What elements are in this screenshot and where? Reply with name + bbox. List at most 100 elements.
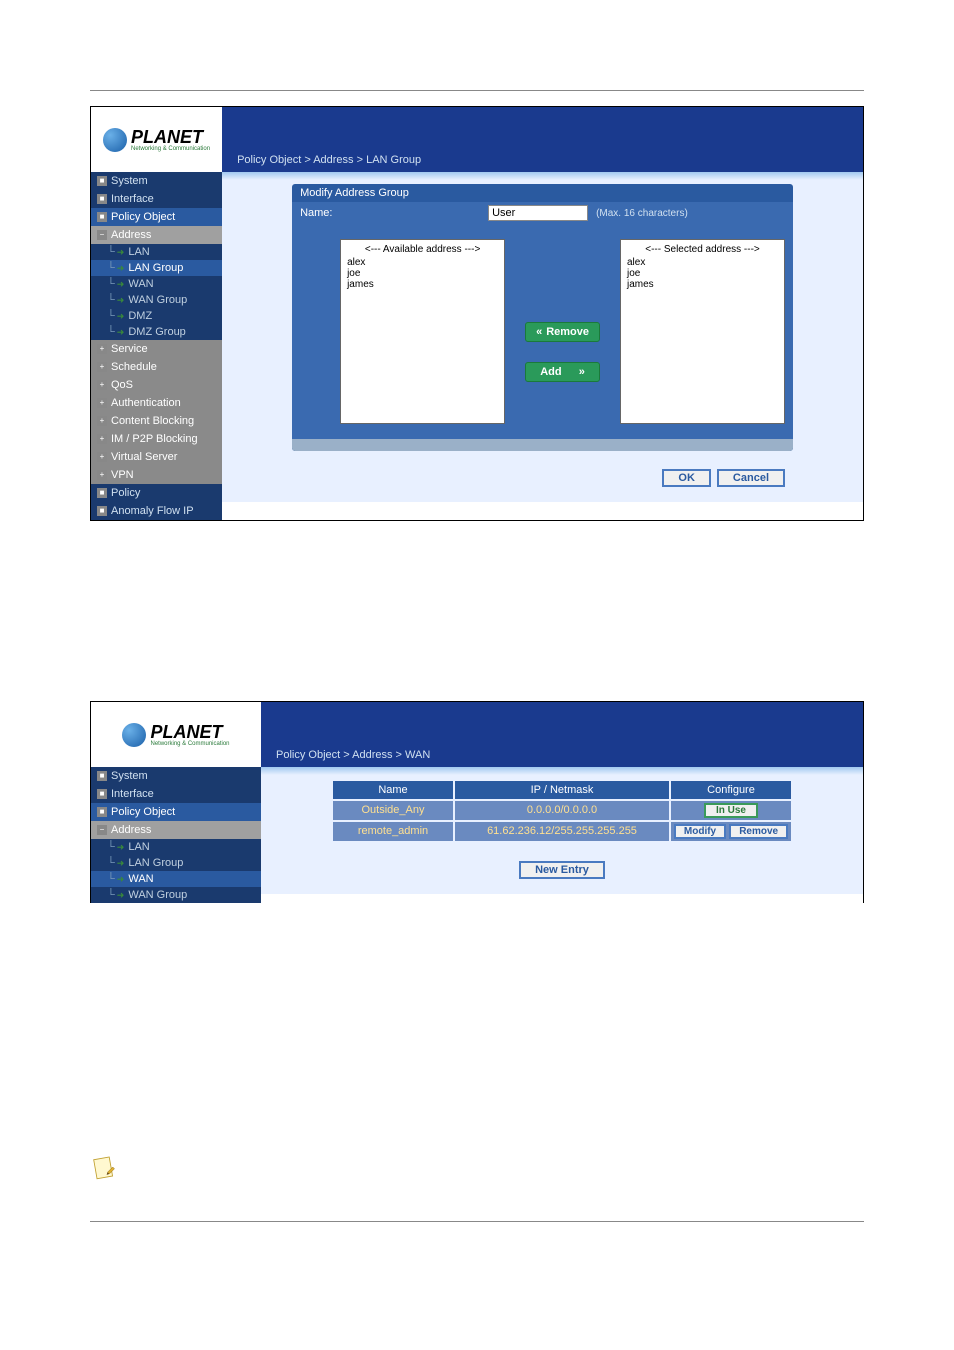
nav-anomaly[interactable]: ■Anomaly Flow IP [91,502,222,520]
nav-policy-object[interactable]: ■Policy Object [91,803,261,821]
expand-icon: ■ [97,488,107,498]
arrow-right-icon: ➜ [117,890,125,901]
expand-icon: ■ [97,771,107,781]
nav-virtual-server[interactable]: +Virtual Server [91,448,222,466]
arrow-right-icon: ➜ [117,279,125,290]
nav-address[interactable]: −Address [91,226,222,244]
nav-wan[interactable]: └➜WAN [91,276,222,292]
cancel-button[interactable]: Cancel [717,469,785,487]
nav-auth[interactable]: +Authentication [91,394,222,412]
nav-lan[interactable]: └➜LAN [91,839,261,855]
list-item[interactable]: alex [345,257,500,268]
col-name: Name [333,781,453,799]
in-use-button: In Use [704,803,758,818]
expand-icon: ■ [97,807,107,817]
logo-tagline: Networking & Communication [150,741,229,747]
expand-icon: ■ [97,176,107,186]
modify-button[interactable]: Modify [674,824,726,839]
logo-area: PLANET Networking & Communication [91,702,261,767]
nav-wan-group[interactable]: └➜WAN Group [91,292,222,308]
expand-icon: + [97,344,107,354]
nav-lan-group[interactable]: └➜LAN Group [91,260,222,276]
expand-icon: + [97,434,107,444]
available-listbox[interactable]: <--- Available address ---> alex joe jam… [340,239,505,424]
nav-qos[interactable]: +QoS [91,376,222,394]
arrow-right-icon: ➜ [117,311,125,322]
modify-address-form: Modify Address Group Name: (Max. 16 char… [292,184,793,451]
nav-address[interactable]: −Address [91,821,261,839]
nav-content-blocking[interactable]: +Content Blocking [91,412,222,430]
col-ip: IP / Netmask [455,781,669,799]
arrow-right-icon: ➜ [117,295,125,306]
cell-name: Outside_Any [333,801,453,820]
arrow-right-icon: ➜ [117,842,125,853]
nav-vpn[interactable]: +VPN [91,466,222,484]
add-button[interactable]: Add » [525,362,600,382]
cell-ip: 0.0.0.0/0.0.0.0 [455,801,669,820]
cell-name: remote_admin [333,822,453,841]
breadcrumb: Policy Object > Address > WAN [276,749,430,761]
nav-interface[interactable]: ■Interface [91,785,261,803]
list-item[interactable]: james [345,279,500,290]
breadcrumb: Policy Object > Address > LAN Group [237,154,421,166]
col-configure: Configure [671,781,791,799]
logo-area: PLANET Networking & Communication [91,107,222,172]
nav-dmz[interactable]: └➜DMZ [91,308,222,324]
planet-icon [103,128,127,152]
note-icon [90,1153,118,1181]
arrow-right-icon: ➜ [117,247,125,258]
nav-dmz-group[interactable]: └➜DMZ Group [91,324,222,340]
expand-icon: + [97,470,107,480]
arrow-right-icon: ➜ [117,874,125,885]
expand-icon: ■ [97,194,107,204]
screenshot-2: PLANET Networking & Communication ■Syste… [90,701,864,903]
expand-icon: ■ [97,789,107,799]
expand-icon: ■ [97,506,107,516]
chevron-right-icon: » [579,366,585,378]
name-input[interactable] [488,205,588,221]
nav-wan-group[interactable]: └➜WAN Group [91,887,261,903]
cell-ip: 61.62.236.12/255.255.255.255 [455,822,669,841]
breadcrumb-bar: Policy Object > Address > WAN [261,702,863,767]
remove-button[interactable]: Remove [729,824,788,839]
arrow-right-icon: ➜ [117,327,125,338]
nav-wan[interactable]: └➜WAN [91,871,261,887]
expand-icon: + [97,380,107,390]
arrow-right-icon: ➜ [117,858,125,869]
logo-text: PLANET [131,127,210,148]
main-content: Policy Object > Address > WAN Name IP / … [261,702,863,903]
chevron-left-icon: « [536,326,542,338]
nav-lan[interactable]: └➜LAN [91,244,222,260]
breadcrumb-bar: Policy Object > Address > LAN Group [222,107,863,172]
nav-interface[interactable]: ■Interface [91,190,222,208]
nav-schedule[interactable]: +Schedule [91,358,222,376]
address-table: Name IP / Netmask Configure Outside_Any … [331,779,793,843]
expand-icon: + [97,362,107,372]
selected-listbox[interactable]: <--- Selected address ---> alex joe jame… [620,239,785,424]
nav-system[interactable]: ■System [91,767,261,785]
nav-service[interactable]: +Service [91,340,222,358]
table-row: Outside_Any 0.0.0.0/0.0.0.0 In Use [333,801,791,820]
nav-system[interactable]: ■System [91,172,222,190]
list-item[interactable]: james [625,279,780,290]
expand-icon: + [97,398,107,408]
expand-icon: + [97,416,107,426]
remove-button[interactable]: «Remove [525,322,600,342]
sidebar: PLANET Networking & Communication ■Syste… [91,107,222,520]
table-row: remote_admin 61.62.236.12/255.255.255.25… [333,822,791,841]
nav-policy[interactable]: ■Policy [91,484,222,502]
new-entry-button[interactable]: New Entry [519,861,605,879]
sidebar: PLANET Networking & Communication ■Syste… [91,702,261,903]
expand-icon: + [97,452,107,462]
list-item[interactable]: joe [625,268,780,279]
main-content: Policy Object > Address > LAN Group Modi… [222,107,863,520]
form-title: Modify Address Group [292,184,793,202]
collapse-icon: − [97,230,107,240]
ok-button[interactable]: OK [662,469,711,487]
name-label: Name: [300,207,480,219]
nav-im-p2p[interactable]: +IM / P2P Blocking [91,430,222,448]
nav-policy-object[interactable]: ■Policy Object [91,208,222,226]
list-item[interactable]: joe [345,268,500,279]
list-item[interactable]: alex [625,257,780,268]
nav-lan-group[interactable]: └➜LAN Group [91,855,261,871]
